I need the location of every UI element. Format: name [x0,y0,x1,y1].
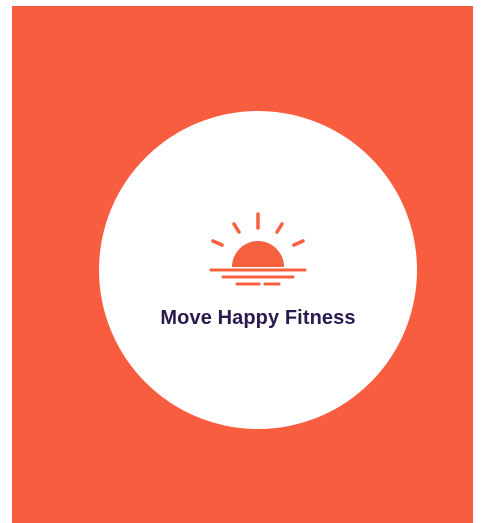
logo-circle: Move Happy Fitness [99,111,417,429]
page: Move Happy Fitness [0,0,484,523]
sunrise-icon [209,212,307,286]
sun-half [232,241,284,267]
sun-ray [232,222,241,234]
sun-ray [211,239,224,247]
sun-ray [292,239,305,247]
background-panel: Move Happy Fitness [12,6,473,523]
sun-ray [275,222,284,234]
brand-name: Move Happy Fitness [160,307,356,329]
